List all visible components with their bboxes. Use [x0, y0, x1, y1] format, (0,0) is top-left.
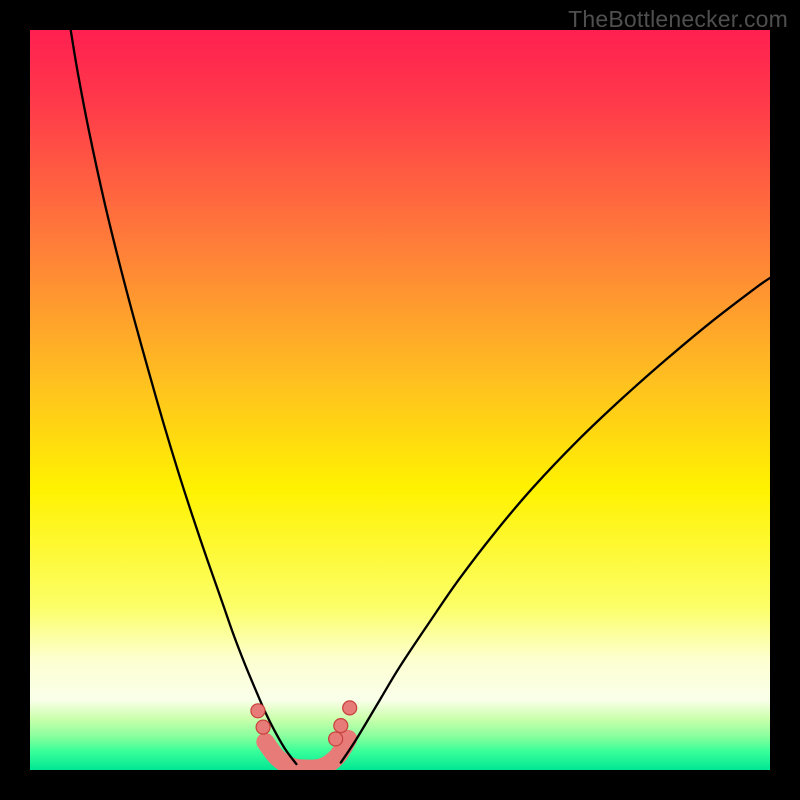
data-marker — [251, 704, 265, 718]
data-marker — [329, 732, 343, 746]
gradient-background — [30, 30, 770, 770]
data-marker — [343, 701, 357, 715]
data-marker — [334, 719, 348, 733]
chart-container: TheBottlenecker.com — [0, 0, 800, 800]
data-marker — [256, 720, 270, 734]
chart-svg — [30, 30, 770, 770]
watermark-text: TheBottlenecker.com — [568, 6, 788, 33]
plot-area — [30, 30, 770, 770]
